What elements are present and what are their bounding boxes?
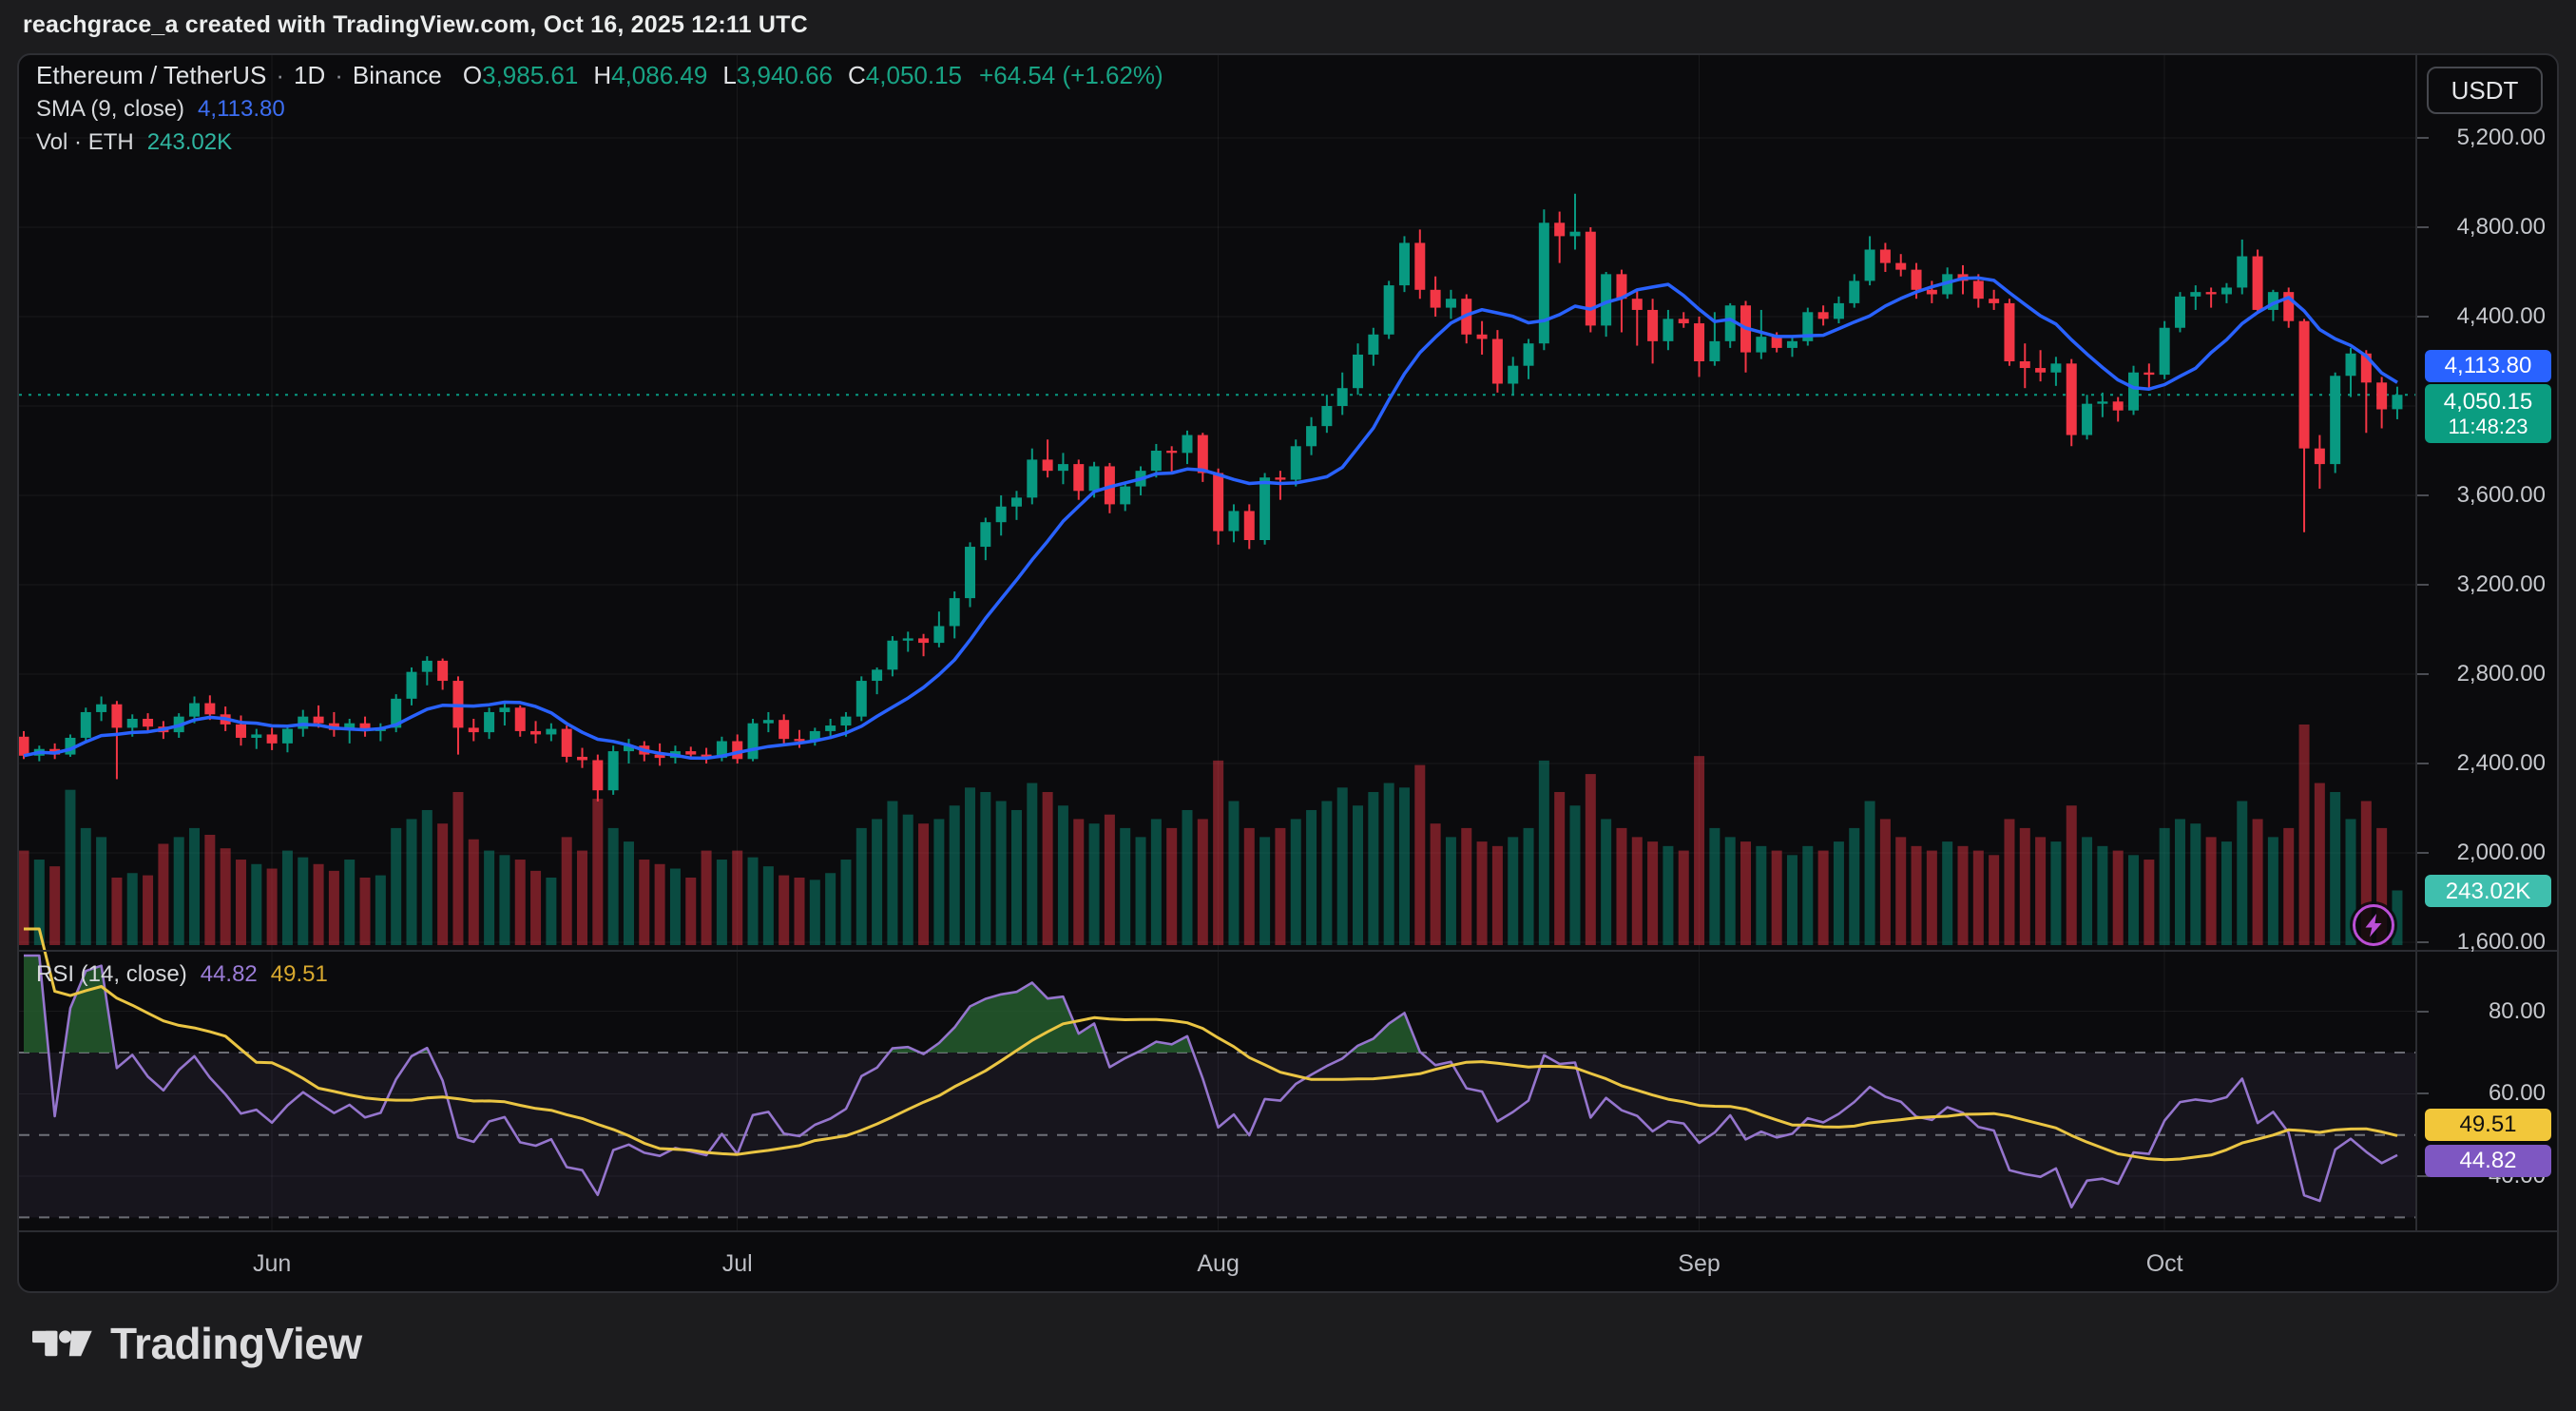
snapshot-page: reachgrace_a created with TradingView.co…: [0, 0, 2576, 1411]
price-axis-label: 3,600.00: [2457, 482, 2546, 509]
axis-tick-mark: [2417, 137, 2429, 139]
close-value: 4,050.15: [866, 61, 962, 89]
rsi-indicator-label[interactable]: RSI (14, close): [36, 961, 187, 988]
time-axis-month-label: Sep: [1662, 1232, 1738, 1293]
high-label: H: [593, 61, 611, 89]
close-label: C: [848, 61, 866, 89]
price-axis-label: 2,000.00: [2457, 840, 2546, 866]
sma-price-badge: 4,113.80: [2425, 350, 2551, 382]
attribution-text: reachgrace_a created with TradingView.co…: [23, 11, 808, 39]
axis-tick-mark: [2417, 316, 2429, 318]
pane-separator[interactable]: [19, 950, 2559, 952]
price-axis-label: 5,200.00: [2457, 125, 2546, 151]
ohlc-values: O3,985.61 H4,086.49 L3,940.66 C4,050.15: [463, 63, 977, 87]
rsi-axis-label: 80.00: [2489, 998, 2546, 1025]
price-axis-label: 4,400.00: [2457, 303, 2546, 330]
tradingview-logo-text: TradingView: [110, 1318, 362, 1369]
time-axis-month-label: Aug: [1181, 1232, 1257, 1293]
low-label: L: [722, 61, 736, 89]
high-value: 4,086.49: [611, 61, 707, 89]
sma-indicator-value: 4,113.80: [198, 98, 285, 121]
time-axis-month-label: Jun: [234, 1232, 310, 1293]
axis-tick-mark: [2417, 494, 2429, 496]
price-axis-label: 4,800.00: [2457, 214, 2546, 241]
axis-tick-mark: [2417, 852, 2429, 854]
bar-countdown: 11:48:23: [2448, 415, 2528, 438]
time-axis[interactable]: Jun Jul Aug Sep Oct: [19, 1232, 2559, 1293]
rsi-ma-value: 49.51: [271, 961, 328, 988]
rsi-badge: 44.82: [2425, 1145, 2551, 1177]
axis-tick-mark: [2417, 1011, 2429, 1013]
rsi-legend: RSI (14, close) 44.82 49.51: [36, 961, 328, 988]
lightning-icon: [2350, 901, 2397, 949]
chart-canvas[interactable]: [19, 55, 2416, 1230]
time-axis-month-label: Oct: [2126, 1232, 2202, 1293]
volume-indicator-label[interactable]: Vol · ETH: [36, 131, 134, 154]
currency-toggle-button[interactable]: USDT: [2427, 67, 2543, 114]
axis-tick-mark: [2417, 673, 2429, 675]
price-axis[interactable]: USDT 4,113.80 4,050.15 11:48:23 243.02K …: [2417, 55, 2559, 1230]
interval-label[interactable]: 1D: [294, 63, 325, 87]
legend-separator: ·: [335, 63, 343, 87]
time-axis-month-label: Jul: [700, 1232, 776, 1293]
open-label: O: [463, 61, 482, 89]
exchange-label: Binance: [353, 63, 442, 87]
low-value: 3,940.66: [737, 61, 833, 89]
axis-tick-mark: [2417, 584, 2429, 586]
flash-button[interactable]: [2350, 901, 2397, 949]
legend-separator: ·: [276, 63, 284, 87]
tradingview-logo: TradingView: [32, 1318, 362, 1369]
chart-widget: Ethereum / TetherUS · 1D · Binance O3,98…: [17, 53, 2559, 1293]
axis-tick-mark: [2417, 763, 2429, 764]
rsi-value: 44.82: [201, 961, 258, 988]
change-value: +64.54 (+1.62%): [979, 63, 1163, 87]
price-axis-label: 2,800.00: [2457, 661, 2546, 687]
sma-indicator-label[interactable]: SMA (9, close): [36, 98, 184, 121]
tradingview-logo-icon: [32, 1321, 95, 1366]
volume-badge: 243.02K: [2425, 875, 2551, 907]
axis-tick-mark: [2417, 1092, 2429, 1094]
symbol-legend: Ethereum / TetherUS · 1D · Binance O3,98…: [36, 63, 1163, 164]
last-price-badge: 4,050.15 11:48:23: [2425, 384, 2551, 443]
volume-indicator-value: 243.02K: [147, 131, 232, 154]
rsi-ma-badge: 49.51: [2425, 1109, 2551, 1141]
price-axis-label: 2,400.00: [2457, 750, 2546, 777]
open-value: 3,985.61: [482, 61, 578, 89]
symbol-title[interactable]: Ethereum / TetherUS: [36, 63, 266, 87]
rsi-axis-label: 60.00: [2489, 1080, 2546, 1107]
axis-tick-mark: [2417, 226, 2429, 228]
axis-tick-mark: [2417, 941, 2429, 943]
price-axis-label: 1,600.00: [2457, 929, 2546, 956]
price-axis-label: 3,200.00: [2457, 571, 2546, 598]
